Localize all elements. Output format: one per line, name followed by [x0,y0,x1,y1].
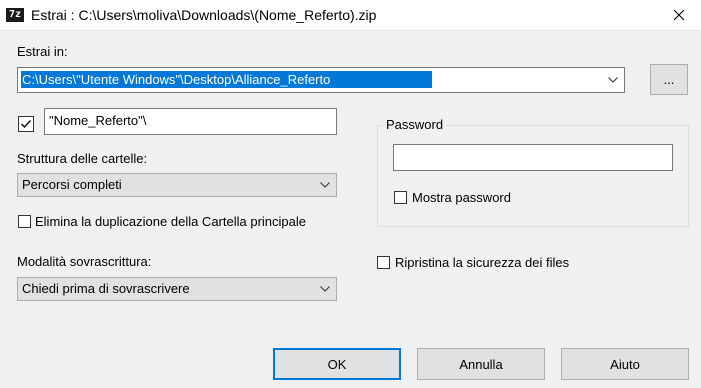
checkmark-icon [21,120,31,128]
restore-security-checkbox[interactable] [377,256,390,269]
extract-path-combobox[interactable]: C:\Users\"Utente Windows"\Desktop\Allian… [17,67,625,93]
folder-structure-dropdown[interactable]: Percorsi completi [17,173,337,197]
close-button[interactable] [656,0,701,30]
eliminate-duplication-checkbox[interactable] [18,215,31,228]
extract-to-label: Estrai in: [17,44,68,59]
window-title: Estrai : C:\Users\moliva\Downloads\(Nome… [31,7,377,23]
chevron-down-icon [320,286,330,292]
extract-path-text: C:\Users\"Utente Windows"\Desktop\Allian… [21,71,432,88]
close-icon [673,9,684,21]
overwrite-mode-dropdown[interactable]: Chiedi prima di sovrascrivere [17,277,337,301]
subfolder-checkbox[interactable] [18,116,34,132]
restore-security-label: Ripristina la sicurezza dei files [395,255,570,270]
folder-structure-label: Struttura delle cartelle: [17,151,148,166]
browse-button[interactable]: ... [650,64,688,95]
folder-structure-value: Percorsi completi [22,177,122,192]
chevron-down-icon [608,77,618,83]
subfolder-name-input[interactable]: "Nome_Referto"\ [44,108,337,135]
password-group-title: Password [383,117,447,132]
ok-button[interactable]: OK [273,348,401,380]
eliminate-duplication-label: Elimina la duplicazione della Cartella p… [35,214,306,229]
show-password-label: Mostra password [412,190,511,205]
cancel-button[interactable]: Annulla [417,348,545,380]
7zip-app-icon: 7z [6,8,24,22]
overwrite-mode-value: Chiedi prima di sovrascrivere [22,281,190,296]
chevron-down-icon [320,182,330,188]
help-button[interactable]: Aiuto [561,348,689,380]
title-bar: 7z Estrai : C:\Users\moliva\Downloads\(N… [0,0,701,31]
password-groupbox [377,125,689,227]
overwrite-mode-label: Modalità sovrascrittura: [17,254,152,269]
password-input[interactable] [393,144,673,171]
show-password-checkbox[interactable] [394,191,407,204]
